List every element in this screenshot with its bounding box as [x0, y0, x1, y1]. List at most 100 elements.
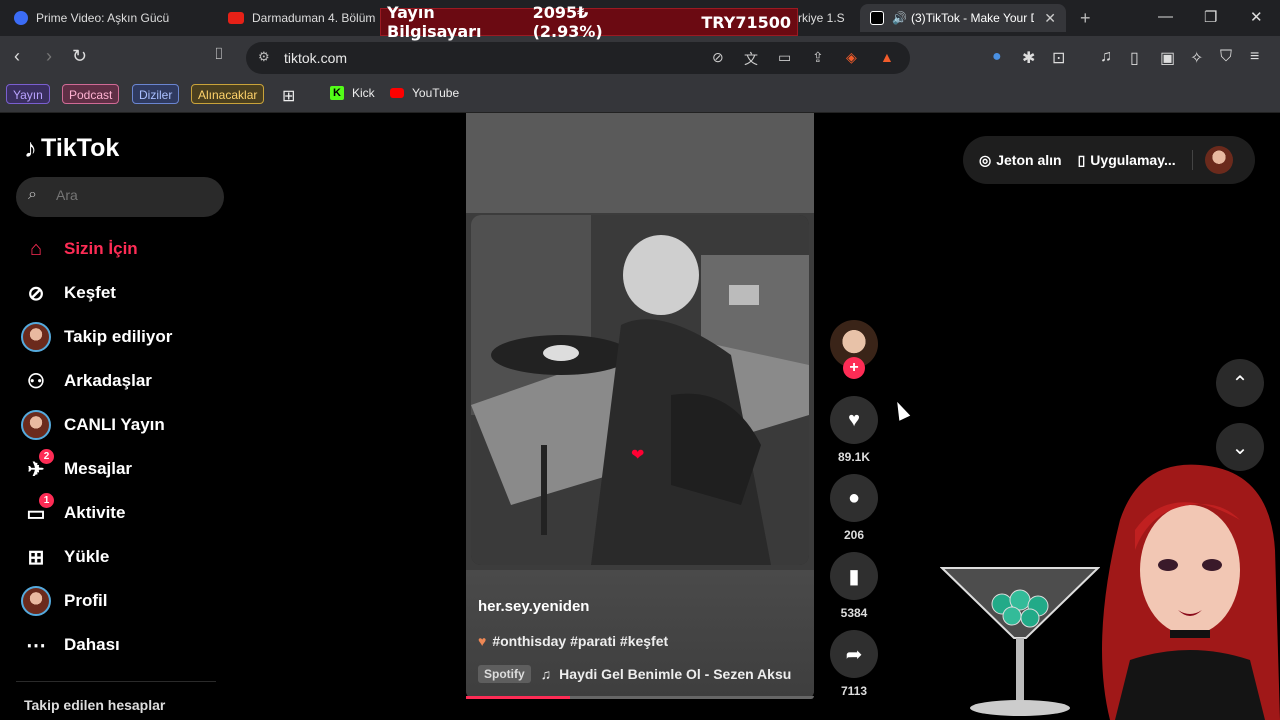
save-button[interactable]: ▮ [830, 552, 878, 600]
get-coins-button[interactable]: ◎ Jeton alın [979, 152, 1062, 169]
sidebar-item-sizin-i̇çin[interactable]: ⌂ Sizin İçin [20, 233, 138, 265]
browser-toolbar: ‹ › ↻ ⌷ ⚙ tiktok.com ⊘ 文 ▭ ⇪ ◈ ▲ ● ✱ ⊡ ♫… [0, 36, 1280, 80]
extension-blue-icon[interactable]: ● [992, 48, 1002, 66]
video-player[interactable]: ❤ [471, 215, 809, 565]
chevron-up-icon: ⌃ [1231, 372, 1249, 395]
messages-icon: ✈ 2 [20, 449, 54, 485]
tab-title: Prime Video: Aşkın Gücü [36, 11, 170, 25]
tab-title: rkiye 1.S [798, 11, 845, 25]
video-info-panel: her.sey.yeniden ♥ #onthisday #parati #ke… [466, 570, 814, 699]
video-frame-image [471, 215, 809, 565]
user-avatar[interactable] [1204, 146, 1233, 174]
bookmark-alinacaklar[interactable]: Alınacaklar [191, 84, 265, 104]
sidebar-item-label: Takip ediliyor [64, 327, 173, 346]
menu-icon[interactable]: ≡ [1250, 48, 1259, 66]
bookmarks-bar: Yayın Podcast Diziler Alınacaklar ⊞ K Ki… [0, 80, 1280, 113]
music-source-badge: Spotify [478, 665, 531, 683]
leo-ai-icon[interactable]: ✧ [1190, 48, 1203, 68]
sidebar-item-keşfet[interactable]: ⊘ Keşfet [20, 277, 116, 309]
search-icon: ⌕ [28, 186, 37, 203]
brave-shields-icon[interactable]: ◈ [846, 49, 857, 66]
sidebar-item-label: CANLI Yayın [64, 415, 165, 434]
comment-button[interactable]: ● [830, 474, 878, 522]
music-row[interactable]: Spotify ♫ Haydi Gel Benimle Ol - Sezen A… [478, 665, 791, 683]
notification-badge: 2 [39, 449, 54, 464]
minimize-icon[interactable]: — [1158, 8, 1173, 25]
vpn-shield-icon[interactable]: ⛉ [1220, 48, 1232, 66]
tab-prime-video[interactable]: Prime Video: Aşkın Gücü [14, 4, 214, 32]
close-window-icon[interactable]: ✕ [1250, 8, 1263, 26]
wallet-icon[interactable]: ▣ [1160, 48, 1175, 68]
coin-icon: ◎ [979, 151, 992, 168]
save-count: 5384 [840, 606, 868, 620]
app-label: Uygulamay... [1090, 152, 1176, 168]
tab-title: Darmaduman 4. Bölüm [252, 11, 376, 25]
bookmark-yayin[interactable]: Yayın [6, 84, 50, 104]
share-icon[interactable]: ⇪ [812, 49, 824, 66]
previous-video-card[interactable] [466, 113, 814, 213]
forward-icon[interactable]: › [46, 46, 52, 67]
caption-text[interactable]: #onthisday #parati #keşfet [492, 633, 668, 649]
video-author[interactable]: her.sey.yeniden [478, 598, 589, 615]
avatar [21, 586, 51, 616]
following-accounts-title: Takip edilen hesaplar [24, 697, 166, 713]
tab-darmaduman[interactable]: Darmaduman 4. Bölüm [228, 4, 378, 32]
apps-grid-icon[interactable]: ⊞ [282, 86, 295, 106]
previous-video-button[interactable]: ⌃ [1216, 359, 1264, 407]
comment-icon: ● [847, 486, 861, 509]
sidebar-item-mesajlar[interactable]: ✈ 2 Mesajlar [20, 449, 132, 485]
follow-plus-icon[interactable]: + [843, 357, 865, 379]
no-access-icon[interactable]: ⊘ [712, 49, 724, 66]
speaker-icon[interactable]: 🔊 [892, 11, 907, 25]
donation-goal-banner: Yayın Bilgisayarı 2095₺ (2.93%) TRY71500 [380, 3, 798, 41]
music-icon[interactable]: ♫ [1100, 48, 1112, 66]
sidebar-item-arkadaşlar[interactable]: ⚇ Arkadaşlar [20, 365, 152, 397]
tiktok-logo[interactable]: ♪ TikTok [24, 133, 119, 164]
avatar [21, 410, 51, 440]
share-count: 7113 [840, 684, 868, 698]
search-page-icon[interactable]: ⊡ [1052, 48, 1065, 68]
share-arrow-icon: ➦ [845, 643, 863, 666]
extensions-icon[interactable]: ✱ [1022, 48, 1035, 68]
sidebar-divider [16, 681, 216, 682]
sidebar-item-aktivite[interactable]: ▭ 1 Aktivite [20, 493, 125, 529]
home-icon: ⌂ [29, 237, 43, 260]
site-settings-icon[interactable]: ⚙ [258, 49, 270, 65]
sidebar-item-label: Arkadaşlar [64, 371, 152, 390]
new-tab-icon[interactable]: + [1080, 8, 1091, 29]
like-button[interactable]: ♥ [830, 396, 878, 444]
notification-badge: 1 [39, 493, 54, 508]
bookmark-icon[interactable]: ⌷ [214, 46, 224, 64]
sidebar-item-yükle[interactable]: ⊞ Yükle [20, 541, 110, 573]
sidebar-item-canli-yayın[interactable]: CANLI Yayın [20, 409, 165, 441]
search-box[interactable]: ⌕ [16, 177, 224, 217]
phone-icon: ▯ [1077, 151, 1086, 168]
sidebar-item-profil[interactable]: Profil [20, 585, 107, 617]
video-progress[interactable] [466, 696, 814, 699]
back-icon[interactable]: ‹ [14, 46, 20, 67]
reload-icon[interactable]: ↻ [72, 46, 87, 67]
video-card: ❤ her.sey.yeniden ♥ #onthisday #parati #… [466, 213, 814, 699]
search-input[interactable] [56, 187, 206, 203]
bookmark-youtube[interactable]: YouTube [390, 86, 459, 100]
sidebar-item-dahası[interactable]: ⋯ Dahası [20, 629, 120, 661]
translate-icon[interactable]: 文 [744, 49, 758, 69]
youtube-icon [228, 12, 244, 24]
get-app-button[interactable]: ▯ Uygulamay... [1078, 152, 1176, 169]
following-avatar-icon [20, 321, 52, 353]
sidebar-toggle-icon[interactable]: ▯ [1130, 48, 1139, 68]
music-note-icon: ♫ [540, 666, 552, 682]
brave-rewards-icon[interactable]: ▲ [880, 49, 894, 65]
bookmark-podcast[interactable]: Podcast [62, 84, 120, 104]
address-bar[interactable]: ⚙ tiktok.com ⊘ 文 ▭ ⇪ ◈ ▲ [246, 42, 910, 74]
restore-icon[interactable]: ❐ [1204, 8, 1217, 26]
bookmark-kick[interactable]: K Kick [330, 86, 375, 100]
avatar [21, 322, 51, 352]
tab-turkiye[interactable]: rkiye 1.S [798, 4, 848, 32]
tab-tiktok[interactable]: 🔊 (3)TikTok - Make Your D ✕ [860, 4, 1066, 32]
bookmark-diziler[interactable]: Diziler [132, 84, 180, 104]
close-tab-icon[interactable]: ✕ [1044, 10, 1056, 27]
sidebar-item-takip-ediliyor[interactable]: Takip ediliyor [20, 321, 172, 353]
cast-icon[interactable]: ▭ [778, 49, 791, 66]
share-button[interactable]: ➦ [830, 630, 878, 678]
